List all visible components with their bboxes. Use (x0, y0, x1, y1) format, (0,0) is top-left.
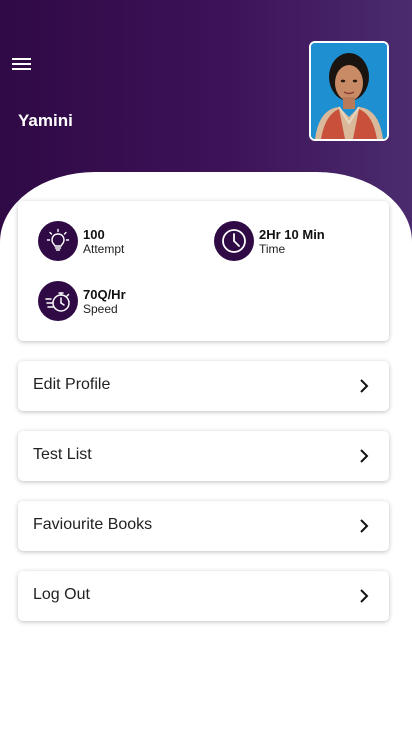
clock-icon (214, 221, 254, 261)
menu-item-label: Edit Profile (33, 376, 111, 393)
chevron-right-icon (360, 519, 369, 533)
time-label: Time (259, 241, 286, 256)
time-value: 2Hr 10 Min (259, 226, 325, 242)
chevron-right-icon (360, 449, 369, 463)
menu-item-log-out[interactable]: Log Out (18, 571, 389, 621)
attempt-value: 100 (83, 226, 105, 242)
stat-attempt: 100 Attempt (38, 221, 124, 261)
speed-value: 70Q/Hr (83, 286, 126, 302)
menu-item-label: Log Out (33, 586, 90, 603)
menu-item-label: Test List (33, 446, 92, 463)
menu-item-test-list[interactable]: Test List (18, 431, 389, 481)
user-name: Yamini (18, 111, 73, 130)
avatar[interactable] (309, 41, 389, 141)
chevron-right-icon (360, 379, 369, 393)
speed-label: Speed (83, 301, 118, 316)
hamburger-menu-icon[interactable] (12, 57, 32, 73)
stats-card: 100 Attempt 2Hr 10 Min Time 70Q/Hr Speed (18, 201, 389, 341)
attempt-label: Attempt (83, 241, 125, 256)
chevron-right-icon (360, 589, 369, 603)
menu-item-favourite-books[interactable]: Faviourite Books (18, 501, 389, 551)
lightbulb-icon (38, 221, 78, 261)
menu-item-label: Faviourite Books (33, 516, 153, 533)
stat-time: 2Hr 10 Min Time (214, 221, 325, 261)
stopwatch-speed-icon (38, 281, 78, 321)
menu-item-edit-profile[interactable]: Edit Profile (18, 361, 389, 411)
stat-speed: 70Q/Hr Speed (38, 281, 126, 321)
